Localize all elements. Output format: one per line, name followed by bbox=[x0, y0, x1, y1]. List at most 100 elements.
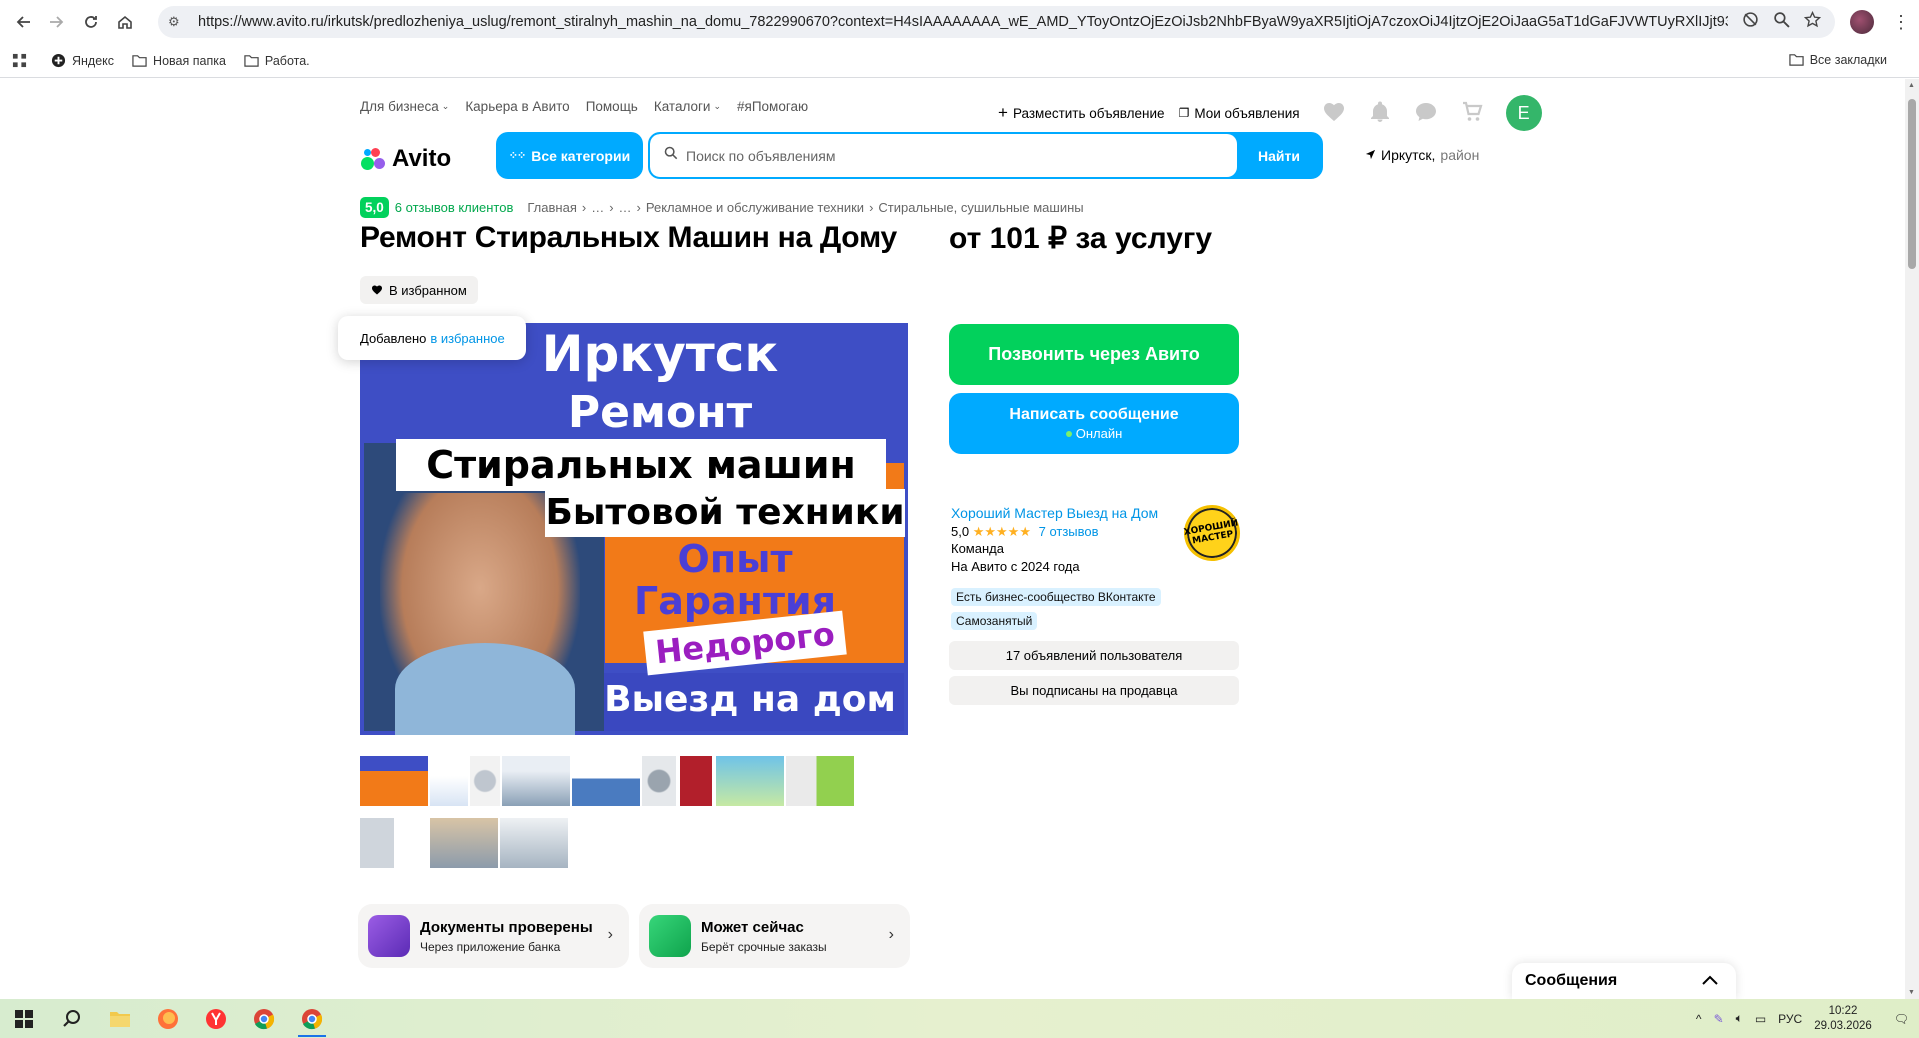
tooltip-favorites-link[interactable]: в избранное bbox=[430, 331, 504, 346]
address-bar[interactable]: ⚙ https://www.avito.ru/irkutsk/predlozhe… bbox=[158, 6, 1835, 38]
post-ad-link[interactable]: + Разместить объявление bbox=[998, 104, 1165, 121]
reload-icon[interactable] bbox=[74, 5, 108, 39]
messages-bubble-icon[interactable] bbox=[1414, 100, 1438, 127]
documents-verified-card[interactable]: Документы проверены Через приложение бан… bbox=[358, 904, 629, 968]
messages-widget[interactable]: Сообщения bbox=[1512, 963, 1736, 999]
notifications-icon[interactable]: 🗨︎ bbox=[1894, 1012, 1909, 1026]
clock[interactable]: 10:22 29.03.2026 bbox=[1814, 1004, 1872, 1034]
all-bookmarks[interactable]: Все закладки bbox=[1789, 52, 1887, 67]
cart-icon[interactable] bbox=[1460, 100, 1484, 127]
avito-logo[interactable]: Avito bbox=[360, 145, 451, 173]
badge-subtitle: Берёт срочные заказы bbox=[701, 939, 827, 954]
breadcrumb-ellipsis[interactable]: … bbox=[619, 200, 632, 215]
site-settings-icon[interactable]: ⚙ bbox=[168, 14, 198, 30]
thumbnail-5[interactable] bbox=[572, 756, 640, 806]
nav-catalogs[interactable]: Каталоги ⌄ bbox=[654, 99, 721, 114]
search-bar: Найти bbox=[648, 132, 1323, 179]
zoom-icon[interactable] bbox=[1773, 11, 1790, 33]
breadcrumb-separator: › bbox=[636, 200, 641, 215]
tooltip-text: Добавлено bbox=[360, 330, 427, 346]
scroll-down-icon[interactable]: ▼ bbox=[1908, 989, 1915, 996]
thumbnail-11[interactable] bbox=[430, 818, 498, 868]
thumbnail-3[interactable] bbox=[470, 756, 500, 806]
folder-icon bbox=[244, 55, 259, 67]
tracking-off-icon[interactable] bbox=[1742, 11, 1759, 33]
bookmark-work[interactable]: Работа. bbox=[244, 53, 310, 68]
notifications-bell-icon[interactable] bbox=[1368, 100, 1392, 127]
thumbnail-4[interactable] bbox=[502, 756, 570, 806]
scroll-up-icon[interactable]: ▲ bbox=[1908, 82, 1915, 89]
firefox-icon[interactable] bbox=[144, 999, 192, 1038]
nav-career[interactable]: Карьера в Авито bbox=[465, 99, 569, 114]
write-message-button[interactable]: Написать сообщение Онлайн bbox=[949, 393, 1239, 454]
available-now-card[interactable]: Может сейчас Берёт срочные заказы › bbox=[639, 904, 910, 968]
thumbnail-6[interactable] bbox=[642, 756, 676, 806]
file-explorer-icon[interactable] bbox=[96, 999, 144, 1038]
thumbnail-8[interactable] bbox=[716, 756, 784, 806]
seller-reviews-link[interactable]: 7 отзывов bbox=[1039, 524, 1099, 539]
thumbnail-1[interactable] bbox=[358, 754, 430, 808]
user-avatar[interactable]: E bbox=[1505, 95, 1542, 131]
favorite-button[interactable]: В избранном bbox=[360, 276, 478, 304]
bookmark-star-icon[interactable] bbox=[1803, 10, 1822, 33]
seller-name[interactable]: Хороший Мастер Выезд на Дом bbox=[951, 505, 1158, 523]
search-button[interactable]: Найти bbox=[1237, 134, 1321, 177]
top-nav: Для бизнеса ⌄ Карьера в Авито Помощь Ката… bbox=[360, 99, 808, 114]
vk-community-chip[interactable]: Есть бизнес-сообщество ВКонтакте bbox=[951, 588, 1161, 606]
home-icon[interactable] bbox=[108, 5, 142, 39]
chrome-icon[interactable] bbox=[240, 999, 288, 1038]
thumbnail-12[interactable] bbox=[500, 818, 568, 868]
my-ads-link[interactable]: ❐ Мои объявления bbox=[1179, 106, 1300, 121]
thumbnail-9[interactable] bbox=[786, 756, 854, 806]
language-indicator[interactable]: РУС bbox=[1778, 1012, 1802, 1026]
windows-start-icon[interactable] bbox=[0, 999, 48, 1038]
seller-logo[interactable]: ХОРОШИЙ МАСТЕР bbox=[1179, 500, 1245, 566]
search-icon[interactable] bbox=[48, 999, 96, 1038]
breadcrumb-repair[interactable]: Рекламное и обслуживание техники bbox=[646, 200, 864, 215]
pen-icon[interactable]: ✎ bbox=[1714, 1012, 1724, 1026]
thumbnail-7[interactable] bbox=[680, 756, 712, 806]
chrome-active-icon[interactable] bbox=[288, 999, 336, 1038]
favorites-heart-icon[interactable] bbox=[1322, 100, 1346, 127]
thumbnail-10[interactable] bbox=[360, 818, 428, 868]
search-input[interactable] bbox=[686, 147, 1206, 164]
breadcrumb-home[interactable]: Главная bbox=[527, 200, 576, 215]
nav-business[interactable]: Для бизнеса ⌄ bbox=[360, 99, 449, 114]
network-icon[interactable]: ▭ bbox=[1755, 1012, 1766, 1026]
browser-profile-avatar[interactable] bbox=[1850, 10, 1874, 34]
user-ads-button[interactable]: 17 объявлений пользователя bbox=[949, 641, 1239, 670]
bookmark-new-folder[interactable]: Новая папка bbox=[132, 53, 226, 68]
nav-help[interactable]: Помощь bbox=[586, 99, 638, 114]
main-listing-image[interactable]: Иркутск Ремонт Стиральных машин Бытовой … bbox=[360, 323, 908, 735]
location-selector[interactable]: Иркутск, район bbox=[1365, 147, 1479, 163]
reviews-link[interactable]: 6 отзывов клиентов bbox=[395, 200, 514, 215]
page-scrollbar[interactable]: ▲ ▼ bbox=[1905, 79, 1919, 999]
breadcrumb-ellipsis[interactable]: … bbox=[591, 200, 604, 215]
all-categories-button[interactable]: ⁘⁘ Все категории bbox=[496, 132, 643, 179]
favorite-label: В избранном bbox=[389, 282, 467, 298]
volume-icon[interactable]: 🔈︎ bbox=[1736, 1011, 1743, 1026]
breadcrumb-washers[interactable]: Стиральные, сушильные машины bbox=[878, 200, 1083, 215]
bookmark-yandex[interactable]: Яндекс bbox=[51, 53, 114, 68]
subscribed-button[interactable]: Вы подписаны на продавца bbox=[949, 676, 1239, 705]
badge-subtitle: Через приложение банка bbox=[420, 939, 561, 954]
apps-icon[interactable] bbox=[12, 53, 27, 68]
page-content: Для бизнеса ⌄ Карьера в Авито Помощь Ката… bbox=[0, 79, 1905, 999]
image-text-appliances: Бытовой техники bbox=[545, 489, 905, 537]
call-button[interactable]: Позвонить через Авито bbox=[949, 324, 1239, 385]
chevron-up-icon[interactable] bbox=[1702, 972, 1718, 990]
back-icon[interactable] bbox=[6, 5, 40, 39]
browser-menu-icon[interactable]: ⋮ bbox=[1892, 10, 1910, 34]
thumbnail-2[interactable] bbox=[430, 756, 468, 806]
bookmark-label: Яндекс bbox=[72, 53, 115, 68]
forward-icon[interactable] bbox=[40, 5, 74, 39]
chevron-up-icon[interactable]: ^ bbox=[1696, 1012, 1702, 1026]
grid-dots-icon: ⁘⁘ bbox=[508, 150, 526, 162]
scrollbar-thumb[interactable] bbox=[1908, 99, 1916, 269]
seller-since: На Авито с 2024 года bbox=[951, 558, 1080, 574]
chevron-down-icon: ⌄ bbox=[713, 101, 722, 111]
yandex-browser-icon[interactable] bbox=[192, 999, 240, 1038]
url-text[interactable]: https://www.avito.ru/irkutsk/predlozheni… bbox=[198, 14, 1728, 30]
nav-i-help[interactable]: #яПомогаю bbox=[737, 99, 808, 114]
chevron-down-icon: ⌄ bbox=[441, 101, 450, 111]
